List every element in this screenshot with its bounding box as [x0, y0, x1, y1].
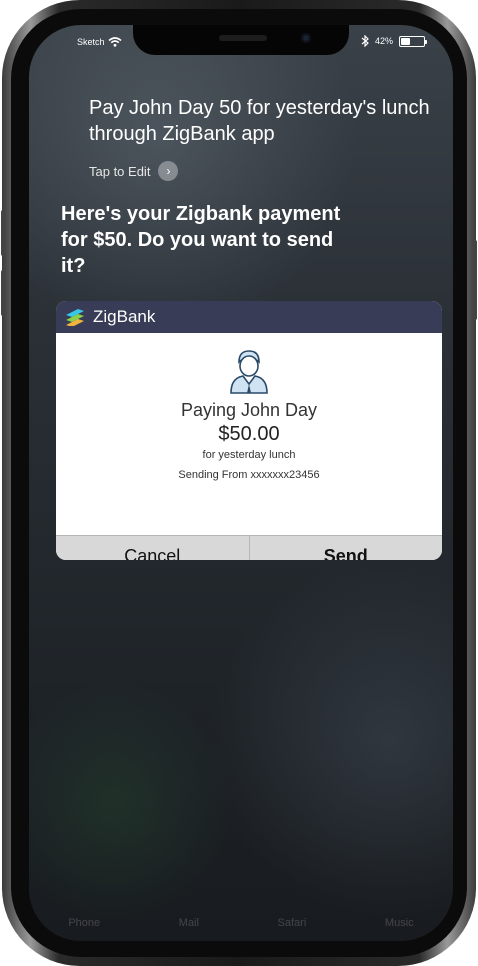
chevron-right-icon: › [158, 161, 179, 181]
tap-to-edit-label: Tap to Edit [89, 163, 151, 179]
volume-up-button [1, 210, 5, 256]
dock-item-music: Music [384, 917, 414, 929]
carrier-group: Sketch [77, 37, 122, 47]
battery-tip [425, 39, 427, 44]
camera-icon [301, 33, 311, 43]
speaker-grille [219, 35, 267, 41]
siri-response-text: Here's your Zigbank payment for $50. Do … [61, 203, 341, 277]
zigbank-logo-icon [66, 309, 84, 326]
send-button[interactable]: Send [248, 536, 443, 560]
wifi-icon [108, 37, 122, 47]
screen: Sketch 42% Pay John Day 50 for yesterday… [29, 25, 453, 941]
volume-down-button [1, 270, 5, 316]
battery-fill [401, 37, 411, 45]
power-button [473, 240, 477, 320]
payment-card: ZigBank Paying John Day $50.00 for yeste… [56, 301, 442, 560]
notch [133, 25, 349, 55]
carrier-label: Sketch [77, 37, 105, 47]
cancel-button[interactable]: Cancel [56, 536, 249, 561]
dock-item-safari: Safari [277, 917, 307, 929]
battery-icon [399, 35, 427, 47]
app-name: ZigBank [93, 307, 156, 326]
phone-frame: Sketch 42% Pay John Day 50 for yesterday… [1, 0, 477, 966]
payee-label: Paying John Day [180, 400, 318, 420]
dock-item-mail: Mail [178, 917, 199, 929]
person-avatar-icon [230, 350, 268, 394]
battery-percent: 42% [374, 36, 393, 46]
tap-to-edit-button[interactable]: Tap to Edit › [89, 161, 179, 181]
action-bar: Cancel Send [56, 535, 442, 560]
dock-item-phone: Phone [68, 917, 101, 929]
status-right: 42% [361, 35, 427, 47]
bluetooth-icon [361, 35, 369, 47]
siri-query-text[interactable]: Pay John Day 50 for yesterday's lunch th… [89, 95, 449, 147]
payment-amount: $50.00 [218, 423, 280, 445]
card-body: Paying John Day $50.00 for yesterday lun… [56, 348, 442, 535]
payment-memo: for yesterday lunch [202, 449, 296, 461]
dock: Phone Mail Safari Music [29, 917, 453, 929]
card-header: ZigBank [56, 301, 442, 333]
source-account: Sending From xxxxxxx23456 [178, 469, 320, 481]
